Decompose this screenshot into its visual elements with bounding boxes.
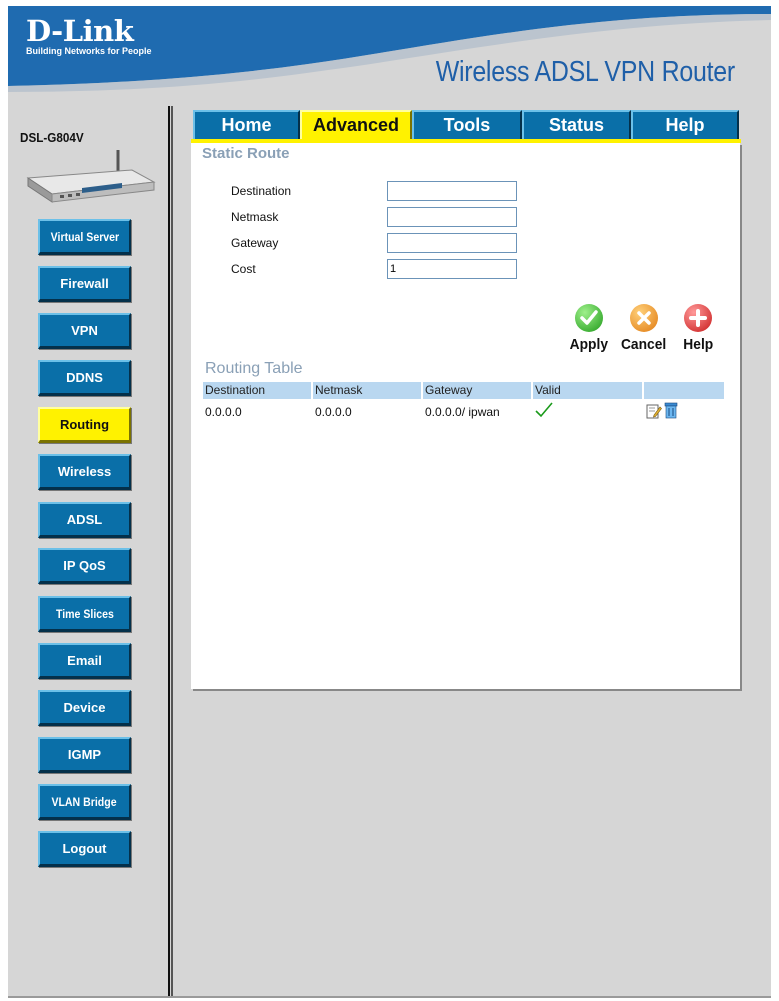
tab-advanced[interactable]: Advanced bbox=[300, 110, 412, 139]
tab-label: Help bbox=[665, 115, 705, 135]
help-button[interactable]: Help bbox=[675, 304, 721, 356]
tab-tools[interactable]: Tools bbox=[412, 110, 522, 139]
column-header bbox=[644, 382, 724, 399]
sidebar-item-logout[interactable]: Logout bbox=[38, 831, 131, 867]
tab-label: Home bbox=[221, 115, 272, 135]
tab-label: Status bbox=[548, 115, 604, 135]
tab-help[interactable]: Help bbox=[631, 110, 739, 139]
gateway-label: Gateway bbox=[231, 236, 279, 250]
row-gateway: 0.0.0.0/ ipwan bbox=[425, 405, 500, 419]
sidebar-item-label: Email bbox=[67, 653, 102, 668]
routing-table-header: Destination Netmask Gateway Valid bbox=[203, 382, 724, 399]
header-banner: D-Link Building Networks for People Wire… bbox=[8, 6, 771, 100]
logo-text: D-Link bbox=[26, 14, 134, 48]
router-device-icon bbox=[26, 150, 156, 203]
edit-icon[interactable] bbox=[646, 403, 662, 419]
sidebar-item-time-slices[interactable]: Time Slices bbox=[38, 596, 131, 632]
sidebar-item-label: Virtual Server bbox=[50, 229, 119, 244]
row-destination: 0.0.0.0 bbox=[205, 405, 242, 419]
column-header: Valid bbox=[533, 382, 642, 399]
column-header: Gateway bbox=[423, 382, 531, 399]
tab-home[interactable]: Home bbox=[193, 110, 300, 139]
sidebar-item-label: IGMP bbox=[67, 747, 102, 762]
sidebar-item-ip-qos[interactable]: IP QoS bbox=[38, 548, 131, 584]
apply-button[interactable]: Apply bbox=[566, 304, 612, 356]
sidebar-item-ddns[interactable]: DDNS bbox=[38, 360, 131, 396]
top-tabs: Home Advanced Tools Status Help bbox=[193, 110, 739, 140]
sidebar-item-label: IP QoS bbox=[63, 558, 106, 573]
netmask-input[interactable] bbox=[387, 207, 517, 227]
dlink-logo: D-Link Building Networks for People bbox=[26, 16, 152, 56]
tab-label: Advanced bbox=[312, 115, 400, 135]
sidebar-item-label: DDNS bbox=[66, 370, 103, 385]
column-header: Netmask bbox=[313, 382, 421, 399]
tab-status[interactable]: Status bbox=[522, 110, 631, 139]
gateway-input[interactable] bbox=[387, 233, 517, 253]
sidebar-item-label: Device bbox=[63, 700, 106, 715]
sidebar-item-label: Routing bbox=[59, 417, 110, 432]
cancel-button[interactable]: Cancel bbox=[621, 304, 667, 356]
sidebar-item-virtual-server[interactable]: Virtual Server bbox=[38, 219, 131, 255]
apply-label: Apply bbox=[569, 336, 609, 353]
routing-table-title: Routing Table bbox=[205, 360, 303, 377]
sidebar-item-label: ADSL bbox=[66, 512, 103, 527]
delete-trash-icon[interactable] bbox=[664, 402, 678, 419]
sidebar-item-igmp[interactable]: IGMP bbox=[38, 737, 131, 773]
logo-tagline: Building Networks for People bbox=[26, 46, 152, 56]
sidebar-item-label: VPN bbox=[71, 323, 98, 338]
sidebar-item-device[interactable]: Device bbox=[38, 690, 131, 726]
sidebar-item-firewall[interactable]: Firewall bbox=[38, 266, 131, 302]
check-icon bbox=[575, 304, 603, 332]
sidebar-item-label: Wireless bbox=[57, 464, 112, 479]
sidebar-item-routing[interactable]: Routing bbox=[38, 407, 131, 443]
x-icon bbox=[630, 304, 658, 332]
tab-label: Tools bbox=[443, 115, 491, 135]
bottom-border bbox=[8, 996, 771, 998]
row-netmask: 0.0.0.0 bbox=[315, 405, 352, 419]
destination-label: Destination bbox=[231, 184, 292, 198]
help-label: Help bbox=[683, 336, 713, 353]
destination-input[interactable] bbox=[387, 181, 517, 201]
sidebar-item-vpn[interactable]: VPN bbox=[38, 313, 131, 349]
sidebar-item-label: Firewall bbox=[60, 276, 109, 291]
plus-icon bbox=[684, 304, 712, 332]
valid-check-icon bbox=[535, 402, 553, 418]
cancel-label: Cancel bbox=[621, 336, 667, 353]
sidebar-item-vlan-bridge[interactable]: VLAN Bridge bbox=[38, 784, 131, 820]
static-route-title: Static Route bbox=[202, 145, 290, 162]
cost-label: Cost bbox=[231, 262, 256, 276]
sidebar-item-label: Time Slices bbox=[55, 606, 114, 621]
sidebar-item-label: Logout bbox=[62, 841, 107, 856]
cost-input[interactable] bbox=[387, 259, 517, 279]
sidebar-item-adsl[interactable]: ADSL bbox=[38, 502, 131, 538]
column-header: Destination bbox=[203, 382, 311, 399]
sidebar-item-wireless[interactable]: Wireless bbox=[38, 454, 131, 490]
sidebar-item-label: VLAN Bridge bbox=[51, 794, 118, 809]
sidebar-item-email[interactable]: Email bbox=[38, 643, 131, 679]
netmask-label: Netmask bbox=[231, 210, 279, 224]
product-title: Wireless ADSL VPN Router bbox=[435, 56, 735, 88]
page: D-Link Building Networks for People Wire… bbox=[0, 0, 779, 1001]
model-name: DSL-G804V bbox=[20, 130, 84, 145]
